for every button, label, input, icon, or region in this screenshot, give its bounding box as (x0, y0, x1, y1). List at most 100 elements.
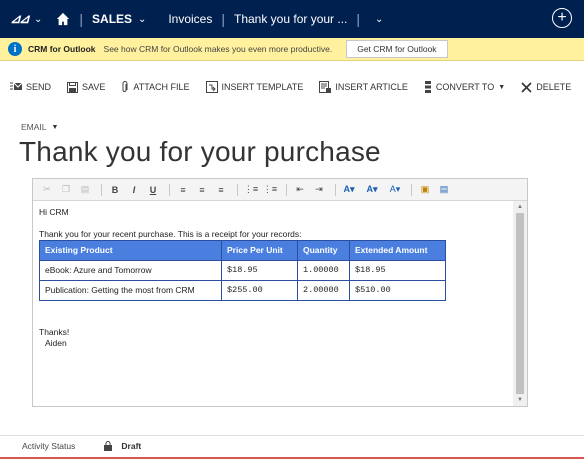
attach-file-button[interactable]: ATTACH FILE (121, 81, 190, 93)
nav-entity-invoices[interactable]: Invoices (168, 12, 212, 26)
delete-button[interactable]: DELETE (521, 81, 572, 93)
bottom-border (0, 457, 584, 462)
underline-icon[interactable]: U (145, 182, 161, 198)
status-footer: Activity Status Draft (0, 435, 584, 455)
insert-article-icon (319, 81, 332, 93)
send-button[interactable]: SEND (10, 82, 51, 92)
notification-message: See how CRM for Outlook makes you even m… (103, 44, 333, 54)
table-header: Existing Product (39, 240, 222, 261)
nav-separator: | (79, 11, 84, 27)
insert-article-button[interactable]: INSERT ARTICLE (319, 81, 408, 93)
scroll-down-icon[interactable]: ▼ (513, 394, 527, 406)
table-cell: eBook: Azure and Tomorrow (39, 260, 222, 281)
decrease-indent-icon[interactable]: ⇤ (292, 182, 308, 198)
align-right-icon[interactable]: ≡ (213, 182, 229, 198)
bullet-list-icon[interactable]: ⋮≡ (262, 182, 278, 198)
nav-area-sales[interactable]: SALES (92, 12, 132, 26)
activity-status-value: Draft (121, 440, 142, 451)
nav-separator: | (221, 11, 225, 27)
top-nav-bar: ⊿⊿ ⌄ | SALES ⌄ Invoices | Thank you for … (0, 0, 584, 38)
copy-icon[interactable]: ❐ (58, 182, 74, 198)
entity-selector[interactable]: EMAIL ▼ (21, 122, 58, 132)
signature-text: Aiden (45, 338, 67, 348)
chevron-down-icon[interactable]: ⌄ (138, 14, 146, 25)
italic-icon[interactable]: I (126, 182, 142, 198)
delete-label: DELETE (536, 82, 572, 92)
toolbar-separator (286, 183, 287, 196)
caret-down-icon: ▼ (51, 123, 59, 131)
get-crm-for-outlook-button[interactable]: Get CRM for Outlook (346, 40, 448, 58)
numbered-list-icon[interactable]: ⋮≡ (243, 182, 259, 198)
caret-down-icon: ▼ (498, 83, 506, 91)
insert-template-icon (205, 81, 218, 93)
align-center-icon[interactable]: ≡ (194, 182, 210, 198)
convert-to-label: CONVERT TO (435, 82, 495, 92)
attach-file-label: ATTACH FILE (133, 82, 190, 92)
font-color-icon[interactable]: A▾ (387, 182, 403, 198)
create-new-icon[interactable]: + (552, 8, 572, 28)
table-cell: $255.00 (221, 280, 298, 301)
notification-title: CRM for Outlook (28, 44, 96, 54)
scroll-up-icon[interactable]: ▲ (513, 201, 527, 213)
save-icon (67, 81, 79, 93)
send-label: SEND (26, 82, 52, 92)
receipt-table: Existing Product Price Per Unit Quantity… (39, 240, 446, 301)
toolbar-separator (237, 183, 238, 196)
table-row: Publication: Getting the most from CRM $… (39, 280, 446, 301)
vertical-scrollbar[interactable]: ▲ ▼ (513, 201, 527, 406)
nav-separator: | (356, 11, 361, 27)
table-header: Price Per Unit (221, 240, 298, 261)
entity-label: EMAIL (21, 122, 47, 132)
chevron-down-icon[interactable]: ⌄ (375, 14, 383, 25)
insert-template-label: INSERT TEMPLATE (221, 82, 304, 92)
home-icon[interactable] (56, 12, 70, 26)
table-cell: $18.95 (349, 260, 446, 281)
table-header-row: Existing Product Price Per Unit Quantity… (39, 240, 446, 261)
save-label: SAVE (82, 82, 106, 92)
increase-indent-icon[interactable]: ⇥ (311, 182, 327, 198)
table-header: Extended Amount (349, 240, 446, 261)
bold-icon[interactable]: B (107, 182, 123, 198)
convert-icon (424, 81, 431, 93)
highlight-color-icon[interactable]: A▾ (341, 182, 357, 198)
save-button[interactable]: SAVE (67, 81, 106, 93)
command-bar: SEND SAVE ATTACH FILE INSERT TEMPLATE IN… (0, 72, 584, 102)
nav-record-title[interactable]: Thank you for your ... (234, 12, 347, 26)
table-cell: $510.00 (349, 280, 446, 301)
chevron-down-icon[interactable]: ⌄ (34, 14, 42, 25)
toolbar-separator (335, 183, 336, 196)
closing-text: Thanks! (39, 327, 70, 337)
insert-template-button[interactable]: INSERT TEMPLATE (205, 81, 304, 93)
delete-icon (521, 81, 532, 93)
html-source-icon[interactable]: ▤ (436, 182, 452, 198)
page-title: Thank you for your purchase (19, 136, 381, 167)
toolbar-separator (169, 183, 170, 196)
table-cell: 2.00000 (297, 280, 350, 301)
cut-icon[interactable]: ✂ (39, 182, 55, 198)
email-body[interactable]: Hi CRM Thank you for your recent purchas… (33, 201, 513, 406)
lock-icon (104, 440, 113, 451)
greeting-text: Hi CRM (39, 207, 69, 217)
table-cell: $18.95 (221, 260, 298, 281)
editor-toolbar: ✂ ❐ ▤ B I U ≡ ≡ ≡ ⋮≡ ⋮≡ ⇤ ⇥ A▾ A▾ A▾ ▣ ▤ (33, 179, 527, 201)
paste-icon[interactable]: ▤ (77, 182, 93, 198)
table-cell: Publication: Getting the most from CRM (39, 280, 222, 301)
scrollbar-thumb[interactable] (516, 213, 524, 394)
attach-icon (122, 81, 128, 92)
table-cell: 1.00000 (297, 260, 350, 281)
activity-status-label: Activity Status (22, 440, 76, 451)
table-header: Quantity (297, 240, 350, 261)
nav-separator (155, 11, 159, 27)
send-icon (10, 82, 22, 90)
insert-image-icon[interactable]: ▣ (417, 182, 433, 198)
align-left-icon[interactable]: ≡ (175, 182, 191, 198)
table-row: eBook: Azure and Tomorrow $18.95 1.00000… (39, 260, 446, 281)
convert-to-button[interactable]: CONVERT TO ▼ (424, 81, 505, 93)
intro-text: Thank you for your recent purchase. This… (39, 229, 302, 239)
info-icon: i (8, 42, 22, 56)
notification-bar: i CRM for Outlook See how CRM for Outloo… (0, 38, 584, 61)
font-size-icon[interactable]: A▾ (364, 182, 380, 198)
dynamics-logo-icon[interactable]: ⊿⊿ (10, 11, 30, 27)
insert-article-label: INSERT ARTICLE (335, 82, 408, 92)
toolbar-separator (411, 183, 412, 196)
